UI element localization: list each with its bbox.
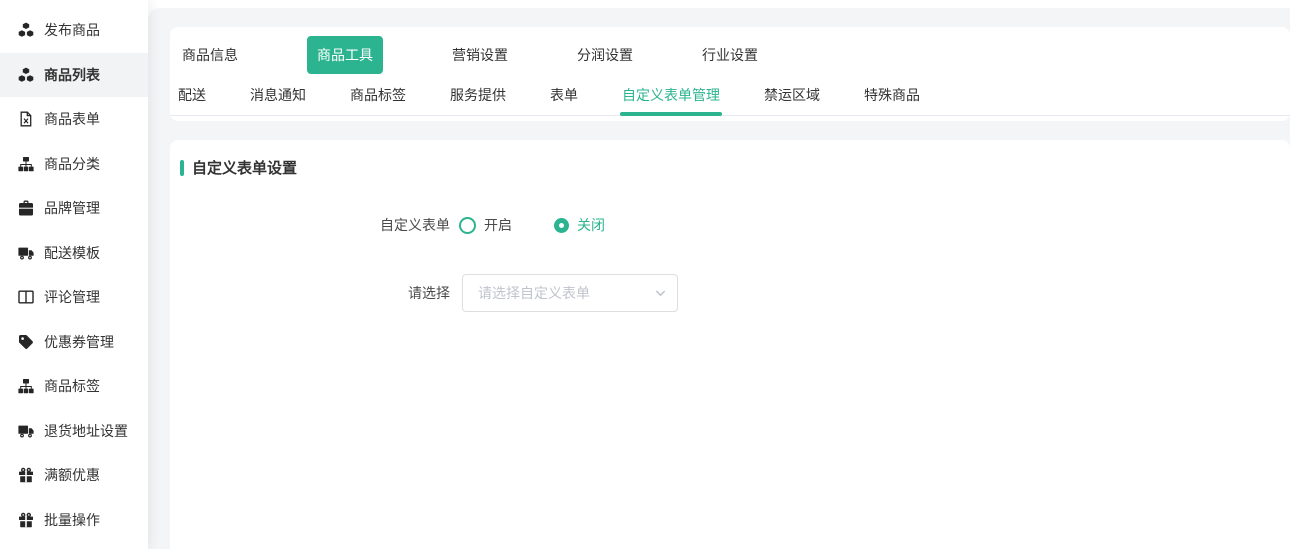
radio-option[interactable]: 关闭 <box>554 215 605 235</box>
sitemap-icon <box>17 155 34 172</box>
section-header: 自定义表单设置 <box>180 157 297 178</box>
sitemap-icon <box>17 378 34 395</box>
sidebar-item-label: 配送模板 <box>44 243 100 263</box>
tabs-card: 商品信息 商品工具 营销设置 分润设置 行业设置 <box>170 27 1290 121</box>
secondary-tab-label: 自定义表单管理 <box>622 87 720 103</box>
cubes-icon <box>17 22 34 39</box>
sidebar-item-label: 商品列表 <box>44 65 100 85</box>
gift-icon <box>17 467 34 484</box>
radio-option-label: 关闭 <box>577 215 605 235</box>
sidebar: 发布商品 商品列表 商品表单 商品分类 品牌管理 <box>0 0 148 549</box>
primary-tab[interactable]: 营销设置 <box>452 36 508 74</box>
radio-option[interactable]: 开启 <box>459 215 512 235</box>
sidebar-item-label: 品牌管理 <box>44 198 100 218</box>
sidebar-item[interactable]: 发布商品 <box>0 8 148 53</box>
primary-tab[interactable]: 商品工具 <box>307 36 383 74</box>
primary-tab[interactable]: 商品信息 <box>182 36 238 74</box>
sidebar-item-label: 发布商品 <box>44 20 100 40</box>
secondary-tab-label: 特殊商品 <box>864 87 920 103</box>
sidebar-item[interactable]: 批量操作 <box>0 498 148 543</box>
truck-icon <box>17 422 34 439</box>
cubes-icon <box>17 66 34 83</box>
sidebar-item[interactable]: 退货地址设置 <box>0 409 148 454</box>
primary-tabs: 商品信息 商品工具 营销设置 分润设置 行业设置 <box>182 36 827 74</box>
gift-icon <box>17 511 34 528</box>
sidebar-item-label: 商品标签 <box>44 376 100 396</box>
primary-tab[interactable]: 分润设置 <box>577 36 633 74</box>
secondary-tab-label: 服务提供 <box>450 87 506 103</box>
select-form-row: 请选择 请选择自定义表单 <box>170 274 678 312</box>
tag-icon <box>17 333 34 350</box>
custom-form-settings-panel: 自定义表单设置 自定义表单 开启 关闭 请选择 <box>170 140 1290 549</box>
radio-group: 开启 关闭 <box>459 215 605 235</box>
secondary-tab[interactable]: 服务提供 <box>448 85 508 119</box>
secondary-tab-label: 配送 <box>178 87 206 103</box>
secondary-tab[interactable]: 特殊商品 <box>862 85 922 119</box>
sidebar-item[interactable]: 品牌管理 <box>0 186 148 231</box>
secondary-tab[interactable]: 禁运区域 <box>762 85 822 119</box>
secondary-tab[interactable]: 消息通知 <box>248 85 308 119</box>
truck-icon <box>17 244 34 261</box>
sidebar-item-label: 商品表单 <box>44 109 100 129</box>
radio-icon <box>554 218 569 233</box>
primary-tab-label: 行业设置 <box>702 45 758 65</box>
chevron-down-icon <box>654 287 667 300</box>
sidebar-item[interactable]: 商品分类 <box>0 142 148 187</box>
primary-tab-label: 商品信息 <box>182 45 238 65</box>
radio-icon <box>459 217 476 234</box>
section-title: 自定义表单设置 <box>192 157 297 178</box>
sidebar-item[interactable]: 商品表单 <box>0 97 148 142</box>
sidebar-item-label: 退货地址设置 <box>44 421 128 441</box>
sidebar-item[interactable]: 商品列表 <box>0 53 148 98</box>
secondary-tab-label: 商品标签 <box>350 87 406 103</box>
app-root: 发布商品 商品列表 商品表单 商品分类 品牌管理 <box>0 0 1293 549</box>
sidebar-item-label: 满额优惠 <box>44 465 100 485</box>
primary-tab-label: 分润设置 <box>577 45 633 65</box>
section-accent-bar <box>180 160 184 176</box>
sidebar-item[interactable]: 满额优惠 <box>0 453 148 498</box>
secondary-tab-label: 消息通知 <box>250 87 306 103</box>
secondary-tab-label: 禁运区域 <box>764 87 820 103</box>
secondary-tab[interactable]: 商品标签 <box>348 85 408 119</box>
sidebar-item-label: 商品分类 <box>44 154 100 174</box>
columns-icon <box>17 289 34 306</box>
sidebar-item-label: 优惠券管理 <box>44 332 114 352</box>
custom-form-toggle-row: 自定义表单 开启 关闭 <box>170 215 605 235</box>
sidebar-item[interactable]: 优惠券管理 <box>0 320 148 365</box>
primary-tab-label: 营销设置 <box>452 45 508 65</box>
secondary-tab[interactable]: 配送 <box>176 85 208 119</box>
sidebar-item-label: 评论管理 <box>44 287 100 307</box>
radio-option-label: 开启 <box>484 215 512 235</box>
select-label: 请选择 <box>170 283 450 303</box>
sidebar-item[interactable]: 商品标签 <box>0 364 148 409</box>
briefcase-icon <box>17 200 34 217</box>
sidebar-item[interactable]: 评论管理 <box>0 275 148 320</box>
primary-tab[interactable]: 行业设置 <box>702 36 758 74</box>
select-placeholder-text: 请选择自定义表单 <box>478 283 590 303</box>
toggle-label: 自定义表单 <box>170 215 450 235</box>
secondary-tab[interactable]: 自定义表单管理 <box>620 85 722 119</box>
sidebar-item-label: 批量操作 <box>44 510 100 530</box>
sidebar-item[interactable]: 配送模板 <box>0 231 148 276</box>
custom-form-select[interactable]: 请选择自定义表单 <box>462 274 678 312</box>
file-x-icon <box>17 111 34 128</box>
tabs-divider <box>170 115 1290 116</box>
primary-tab-label: 商品工具 <box>317 45 373 65</box>
secondary-tab-label: 表单 <box>550 87 578 103</box>
secondary-tab[interactable]: 表单 <box>548 85 580 119</box>
secondary-tabs: 配送 消息通知 商品标签 服务提供 表单 自定义表 <box>176 85 962 119</box>
